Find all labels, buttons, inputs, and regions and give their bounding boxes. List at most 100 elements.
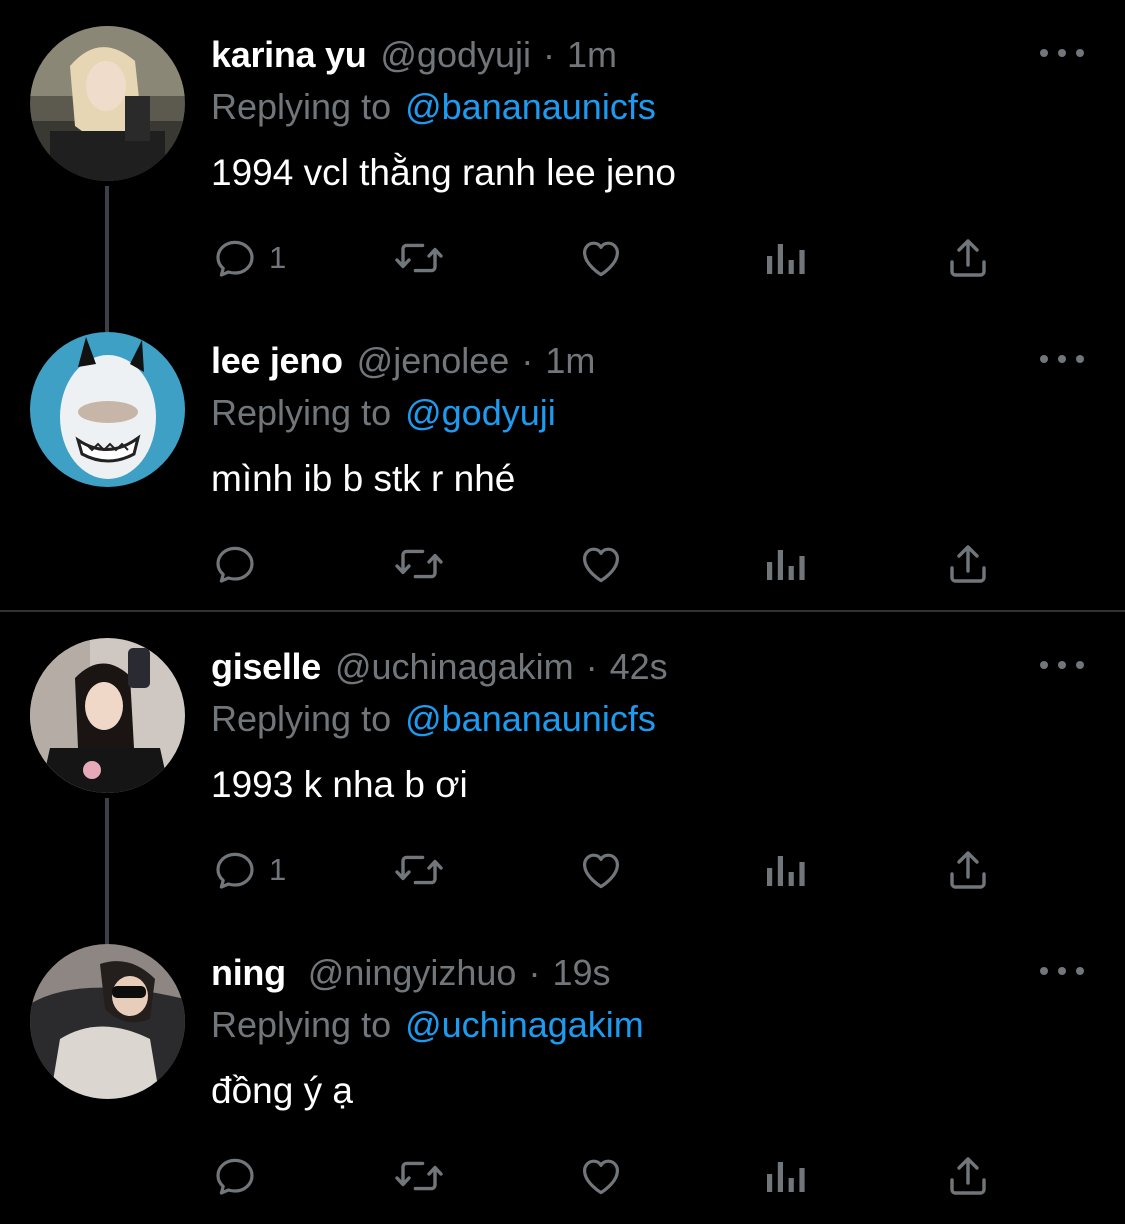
reply-count: 1 (269, 240, 287, 275)
tweet-text: mình ib b stk r nhé (211, 458, 516, 499)
more-horizontal-icon (1058, 49, 1066, 57)
share-button[interactable] (944, 536, 992, 592)
reply-button[interactable]: 1 (211, 230, 286, 286)
like-button[interactable] (577, 1148, 625, 1204)
tweet-text: đồng ý ạ (211, 1070, 353, 1111)
user-handle[interactable]: @uchinagakim (335, 646, 574, 688)
more-horizontal-icon (1040, 49, 1048, 57)
replying-to-label: Replying to (211, 86, 392, 127)
replying-to-handle[interactable]: @uchinagakim (405, 1004, 644, 1046)
tweet-header: giselle @uchinagakim · 42s (211, 642, 668, 692)
views-button[interactable] (763, 230, 807, 286)
avatar-photo (30, 944, 185, 1099)
retweet-button[interactable] (391, 1148, 447, 1204)
avatar[interactable] (30, 944, 185, 1099)
retweet-icon (395, 855, 443, 885)
reply-button[interactable] (211, 1148, 269, 1204)
retweet-button[interactable] (391, 842, 447, 898)
timestamp[interactable]: 42s (610, 646, 668, 688)
replying-to-handle[interactable]: @godyuji (405, 392, 556, 434)
reply-icon (216, 546, 254, 583)
retweet-button[interactable] (391, 536, 447, 592)
replying-to: Replying to @godyuji (211, 388, 556, 438)
more-horizontal-icon (1076, 355, 1084, 363)
retweet-icon (395, 1161, 443, 1191)
reply-button[interactable] (211, 536, 269, 592)
avatar[interactable] (30, 26, 185, 181)
more-horizontal-icon (1058, 967, 1066, 975)
replying-to-handle[interactable]: @bananaunicfs (405, 86, 656, 128)
reply-timeline: karina yu @godyuji · 1m Replying to @ban… (0, 0, 1125, 1223)
like-button[interactable] (577, 842, 625, 898)
display-name[interactable]: giselle (211, 646, 321, 688)
timestamp[interactable]: 1m (545, 340, 595, 382)
analytics-icon (767, 1162, 805, 1192)
more-options-button[interactable] (1040, 652, 1084, 678)
avatar-photo (30, 332, 185, 487)
tweet-header: karina yu @godyuji · 1m (211, 30, 617, 80)
like-button[interactable] (577, 230, 625, 286)
share-button[interactable] (944, 230, 992, 286)
tweet[interactable]: karina yu @godyuji · 1m Replying to @ban… (0, 0, 1125, 332)
tweet[interactable]: lee jeno @jenolee · 1m Replying to @gody… (0, 306, 1125, 612)
replying-to: Replying to @bananaunicfs (211, 694, 656, 744)
user-handle[interactable]: @godyuji (380, 34, 531, 76)
replying-to: Replying to @uchinagakim (211, 1000, 644, 1050)
separator-dot: · (528, 952, 541, 993)
retweet-button[interactable] (391, 230, 447, 286)
views-button[interactable] (763, 842, 807, 898)
timestamp[interactable]: 1m (567, 34, 617, 76)
more-horizontal-icon (1076, 661, 1084, 669)
more-horizontal-icon (1040, 661, 1048, 669)
tweet[interactable]: giselle @uchinagakim · 42s Replying to @… (0, 612, 1125, 944)
replying-to-label: Replying to (211, 1004, 392, 1045)
tweet-actions: 1 (211, 230, 1031, 286)
replying-to-handle[interactable]: @bananaunicfs (405, 698, 656, 740)
avatar-photo (30, 26, 185, 181)
tweet-text: 1994 vcl thằng ranh lee jeno (211, 152, 676, 193)
tweet-header: ning @ningyizhuo · 19s (211, 948, 611, 998)
timestamp[interactable]: 19s (552, 952, 610, 994)
avatar-photo (30, 638, 185, 793)
analytics-icon (767, 550, 805, 580)
more-options-button[interactable] (1040, 958, 1084, 984)
display-name[interactable]: lee jeno (211, 340, 343, 382)
tweet-header: lee jeno @jenolee · 1m (211, 336, 595, 386)
more-options-button[interactable] (1040, 346, 1084, 372)
replying-to-label: Replying to (211, 698, 392, 739)
display-name[interactable]: ning (211, 952, 286, 994)
more-options-button[interactable] (1040, 40, 1084, 66)
reply-button[interactable]: 1 (211, 842, 286, 898)
like-button[interactable] (577, 536, 625, 592)
share-icon (950, 1157, 986, 1195)
heart-icon (583, 241, 619, 277)
reply-icon (216, 240, 254, 277)
reply-icon (216, 852, 254, 889)
analytics-icon (767, 244, 805, 274)
avatar[interactable] (30, 638, 185, 793)
more-horizontal-icon (1076, 49, 1084, 57)
more-horizontal-icon (1058, 355, 1066, 363)
more-horizontal-icon (1040, 967, 1048, 975)
analytics-icon (767, 856, 805, 886)
share-button[interactable] (944, 842, 992, 898)
tweet-actions (211, 536, 1031, 592)
more-horizontal-icon (1076, 967, 1084, 975)
tweet[interactable]: ning @ningyizhuo · 19s Replying to @uchi… (0, 918, 1125, 1224)
share-button[interactable] (944, 1148, 992, 1204)
retweet-icon (395, 549, 443, 579)
user-handle[interactable]: @ningyizhuo (308, 952, 517, 994)
views-button[interactable] (763, 536, 807, 592)
share-icon (950, 239, 986, 277)
avatar[interactable] (30, 332, 185, 487)
views-button[interactable] (763, 1148, 807, 1204)
tweet-actions (211, 1148, 1031, 1204)
tweet-text: 1993 k nha b ơi (211, 764, 468, 805)
more-horizontal-icon (1040, 355, 1048, 363)
share-icon (950, 851, 986, 889)
replying-to-label: Replying to (211, 392, 392, 433)
user-handle[interactable]: @jenolee (357, 340, 510, 382)
heart-icon (583, 547, 619, 583)
display-name[interactable]: karina yu (211, 34, 367, 76)
separator-dot: · (543, 34, 556, 75)
